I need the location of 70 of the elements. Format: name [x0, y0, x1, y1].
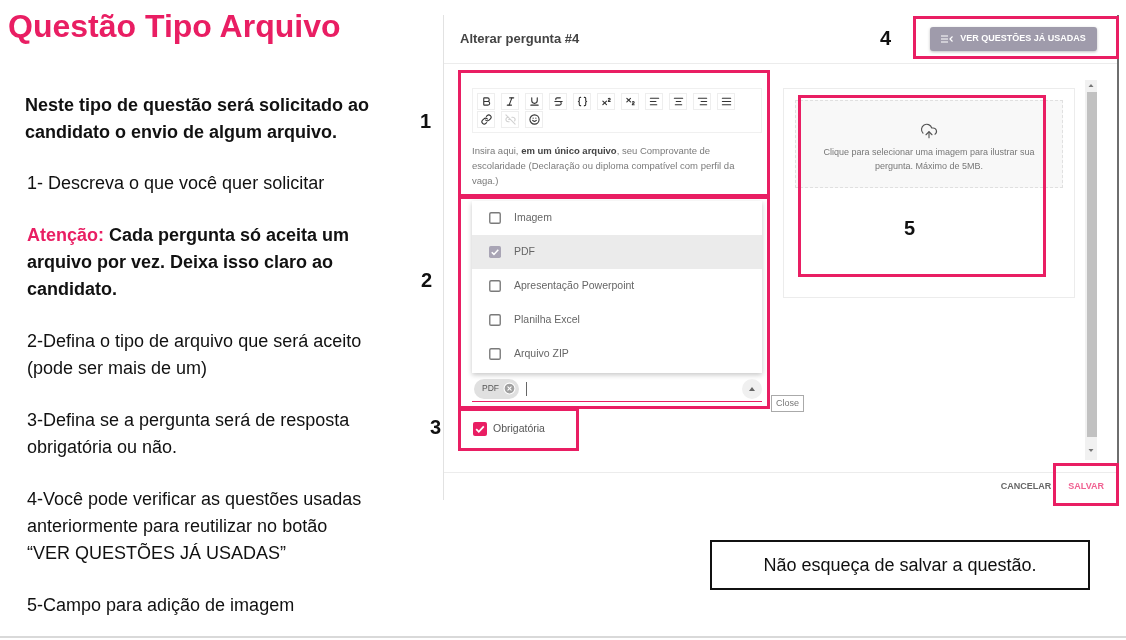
menu-option[interactable]: Imagem	[472, 201, 762, 235]
caret-up-icon	[749, 386, 755, 391]
callout-number: 3	[430, 417, 442, 437]
strikethrough-icon	[552, 96, 564, 107]
step-text: 3-Defina se a pergunta será de resposta obrigatória ou não.	[27, 409, 351, 459]
tooltip: Close	[771, 395, 804, 412]
checkbox[interactable]	[489, 246, 501, 258]
step-text: 2-Defina o tipo de arquivo que será aceito (pode ser mais de um)	[27, 330, 363, 380]
checkbox[interactable]	[489, 212, 501, 224]
align-left-icon	[648, 96, 660, 107]
text-cursor	[526, 381, 527, 396]
step-text: 5-Campo para adição de imagem	[27, 594, 296, 617]
braces-icon	[576, 96, 588, 107]
menu-option[interactable]: Planilha Excel	[472, 303, 762, 337]
align-right-icon	[696, 96, 708, 107]
format-button[interactable]	[669, 93, 687, 110]
upload-hint: Clique para selecionar uma imagem para ilustrar sua pergunta. Máximo de 5MB.	[822, 146, 1036, 173]
align-justify-icon	[720, 96, 732, 107]
list-icon	[941, 35, 954, 43]
align-center-icon	[672, 96, 684, 107]
format-button[interactable]	[525, 93, 543, 110]
bold-icon	[480, 96, 492, 107]
checkbox[interactable]	[473, 422, 487, 436]
underline-icon	[528, 96, 540, 107]
file-type-select[interactable]: PDF	[472, 376, 762, 402]
file-type-chip[interactable]: PDF	[474, 378, 519, 399]
checkbox[interactable]	[489, 314, 501, 326]
save-button[interactable]: SALVAR	[1062, 474, 1110, 499]
subscript-icon	[624, 96, 636, 107]
unlink-icon	[504, 114, 516, 125]
smiley-icon	[528, 114, 540, 125]
superscript-icon	[600, 96, 612, 107]
format-button[interactable]	[477, 93, 495, 110]
callout-number: 1	[420, 111, 432, 131]
remove-icon[interactable]	[503, 382, 516, 395]
format-button[interactable]	[645, 93, 663, 110]
upload-dropzone[interactable]: Clique para selecionar uma imagem para ilustrar sua pergunta. Máximo de 5MB.	[795, 100, 1063, 188]
format-button[interactable]	[621, 93, 639, 110]
link-icon	[480, 114, 492, 125]
step-text: 4-Você pode verificar as questões usadas anteriormente para reutilizar no botão “VER QUESTÕES JÁ USADAS”	[27, 488, 363, 565]
menu-option[interactable]: PDF	[472, 235, 762, 269]
warning-text: Atenção: Cada pergunta só aceita um arquivo por vez. Deixa isso claro ao candidato.	[27, 224, 351, 301]
checkbox[interactable]	[489, 348, 501, 360]
menu-option[interactable]: Apresentação Powerpoint	[472, 269, 762, 303]
format-button[interactable]	[477, 111, 495, 128]
cloud-upload-icon	[920, 122, 938, 140]
intro-text: Neste tipo de questão será solicitado ao candidato o envio de algum arquivo.	[25, 94, 371, 144]
collapse-button[interactable]	[742, 378, 762, 399]
cancel-button[interactable]: CANCELAR	[994, 474, 1058, 499]
dialog-title: Alterar pergunta #4	[460, 30, 580, 49]
format-button[interactable]	[501, 93, 519, 110]
format-button[interactable]	[573, 93, 591, 110]
slide-title: Questão Tipo Arquivo	[8, 7, 342, 45]
format-button[interactable]	[717, 93, 735, 110]
checkbox[interactable]	[489, 280, 501, 292]
menu-option[interactable]: Arquivo ZIP	[472, 337, 762, 371]
note-box: Não esqueça de salvar a questão.	[710, 540, 1090, 590]
editor-field[interactable]: Insira aqui, em um único arquivo, seu Comprovante de escolaridade (Declaração ou diploma compatível com perfil da vaga.)	[472, 143, 762, 188]
scrollbar[interactable]	[1085, 80, 1097, 460]
format-button[interactable]	[549, 93, 567, 110]
callout-number: 2	[421, 270, 433, 290]
callout-number: 4	[880, 28, 892, 48]
italic-icon	[504, 96, 516, 107]
highlight-frame	[1053, 463, 1119, 506]
format-button[interactable]	[597, 93, 615, 110]
format-button[interactable]	[693, 93, 711, 110]
checkbox-label: Obrigatória	[493, 421, 545, 437]
step-text: 1- Descreva o que você quer solicitar	[27, 172, 326, 195]
format-button[interactable]	[525, 111, 543, 128]
callout-number: 5	[904, 218, 916, 238]
